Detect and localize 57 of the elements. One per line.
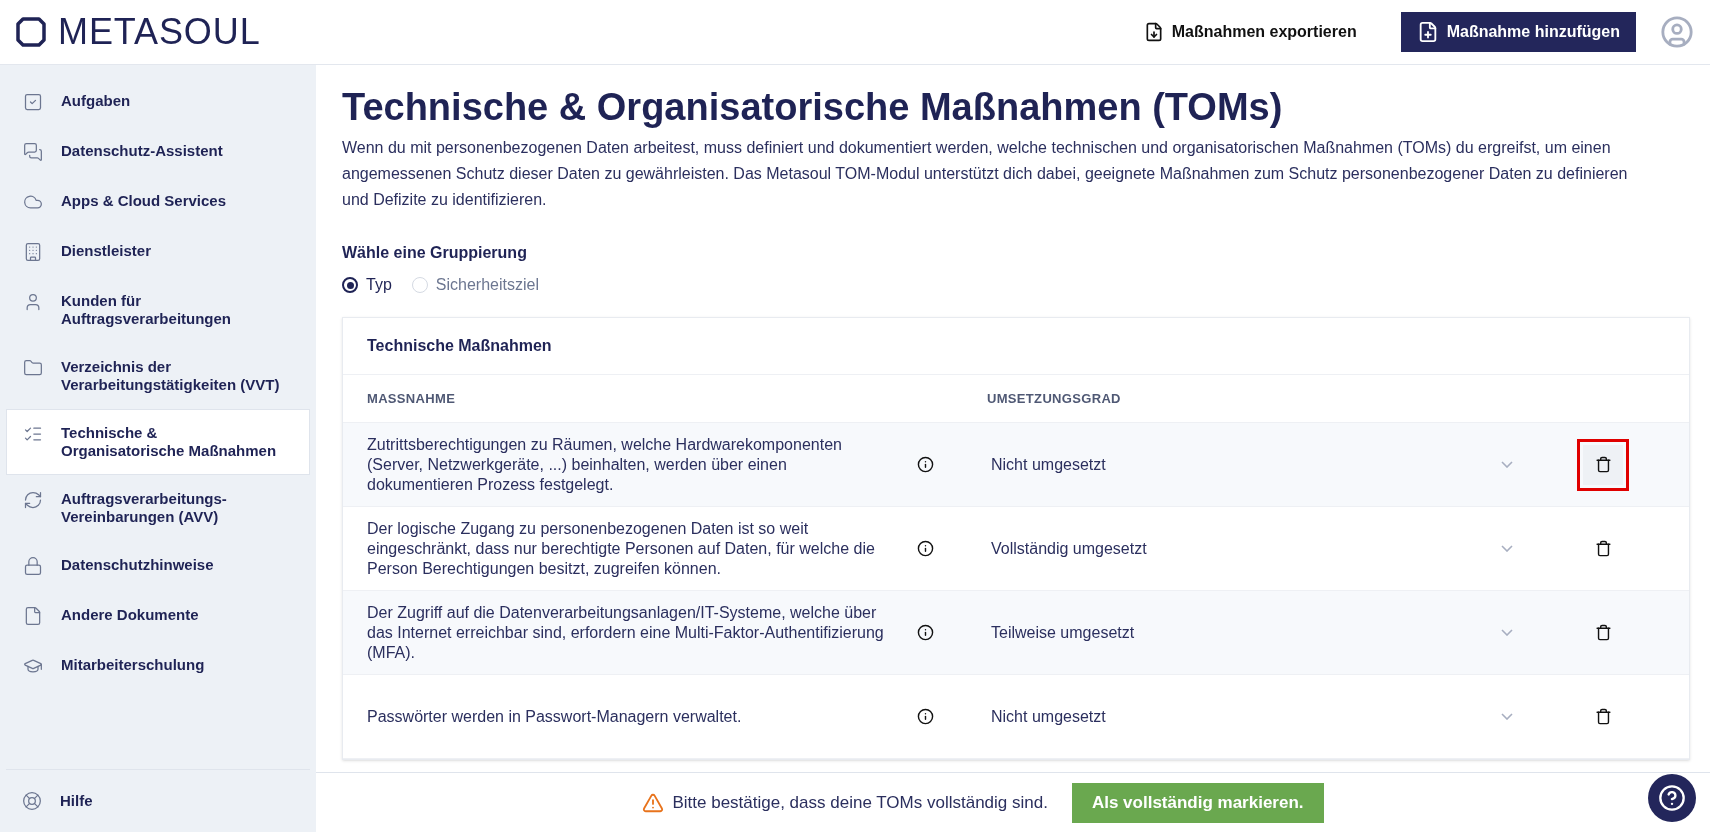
degree-select[interactable]: Nicht umgesetzt: [987, 444, 1517, 485]
info-icon[interactable]: [917, 624, 934, 641]
column-header: UMSETZUNGSGRAD: [987, 389, 1121, 408]
delete-button[interactable]: [1577, 438, 1629, 491]
measure-text: Passwörter werden in Passwort-Managern verwaltet.: [367, 706, 743, 727]
sidebar-item[interactable]: Andere Dokumente: [6, 591, 310, 641]
trash-icon: [1594, 624, 1612, 641]
radio-option[interactable]: Typ: [342, 273, 392, 297]
measure-text: Der Zugriff auf die Datenverarbeitungsanlagen/IT-Systeme, welche über das Internet erreichbar sind, erfordern eine Multi-Faktor-Authentifizierung (MFA).: [367, 602, 885, 663]
chevron-down-icon: [1501, 629, 1513, 636]
sidebar-item[interactable]: Auftragsverarbeitungs-Vereinbarungen (AVV): [6, 475, 310, 541]
chat-icon: [23, 142, 43, 162]
sidebar-item[interactable]: Apps & Cloud Services: [6, 177, 310, 227]
card-title: Technische Maßnahmen: [343, 318, 1689, 375]
degree-select[interactable]: Nicht umgesetzt: [987, 696, 1517, 737]
chevron-down-icon: [1501, 461, 1513, 468]
lock-icon: [23, 556, 43, 576]
export-button[interactable]: Maßnahmen exportieren: [1131, 12, 1369, 52]
cycle-icon: [23, 490, 43, 510]
folder-icon: [23, 358, 43, 378]
trash-icon: [1594, 540, 1612, 557]
lifebuoy-icon: [22, 790, 42, 811]
sidebar-item[interactable]: Datenschutzhinweise: [6, 541, 310, 591]
help-icon: [1658, 784, 1686, 812]
radio-option[interactable]: Sicherheitsziel: [411, 273, 539, 297]
measure-text: Zutrittsberechtigungen zu Räumen, welche Hardwarekomponenten (Server, Netzwerkgeräte, ...) beinhalten, werden über einen dokumentieren Prozess festgelegt.: [367, 434, 843, 495]
sidebar-item[interactable]: Verzeichnis der Verarbeitungstätigkeiten (VVT): [6, 343, 310, 409]
help-link[interactable]: Hilfe: [6, 781, 310, 820]
trash-icon: [1594, 456, 1612, 473]
degree-select[interactable]: Teilweise umgesetzt: [987, 612, 1517, 653]
file-icon: [23, 606, 43, 626]
warning-text: Bitte bestätige, dass deine TOMs vollständig sind.: [672, 791, 1048, 814]
sidebar-item[interactable]: Datenschutz-Assistent: [6, 127, 310, 177]
info-icon[interactable]: [917, 540, 934, 557]
grouping-label: Wähle eine Gruppierung: [342, 243, 528, 263]
building-icon: [23, 242, 43, 262]
sidebar-item[interactable]: Kunden für Auftragsverarbeitungen: [6, 277, 310, 343]
degree-select[interactable]: Vollständig umgesetzt: [987, 528, 1517, 569]
logo: METASOUL: [58, 14, 261, 50]
measure-text: Der logische Zugang zu personenbezogenen Daten ist so weit eingeschränkt, dass nur berechtigte Personen auf Daten, für welche die Person Berechtigungen besitzt, zugreifen können.: [367, 518, 876, 579]
checkbox-icon: [23, 92, 43, 112]
info-icon[interactable]: [917, 456, 934, 473]
sidebar-item[interactable]: Aufgaben: [6, 77, 310, 127]
radio-button[interactable]: [342, 277, 358, 293]
add-button[interactable]: Maßnahme hinzufügen: [1400, 12, 1636, 52]
trash-icon: [1594, 708, 1612, 725]
column-header: MASSNAHME: [367, 389, 457, 408]
sidebar-item[interactable]: Dienstleister: [6, 227, 310, 277]
warning-icon: [642, 791, 665, 814]
chevron-down-icon: [1501, 545, 1513, 552]
sidebar-item[interactable]: Mitarbeiterschulung: [6, 641, 310, 691]
chevron-down-icon: [1501, 713, 1513, 720]
sidebar-item[interactable]: Technische & Organisatorische Maßnahmen: [6, 409, 310, 475]
logo-icon: [16, 17, 46, 47]
page-title: Technische & Organisatorische Maßnahmen (TOMs): [342, 85, 1284, 130]
intro-text: Wenn du mit personenbezogenen Daten arbeitest, muss definiert und dokumentiert werden, welche technischen und organisatorischen Maßnahmen (TOMs) du ergreifst, um einen angemessenen Schutz dieser Daten zu gewährleisten. Das Metasoul TOM-Modul unterstützt dich dabei, geeignete Maßnahmen zum Schutz personenbezogener Daten zu definieren und Defizite zu identifizieren.: [342, 138, 1629, 210]
info-icon[interactable]: [917, 708, 934, 725]
